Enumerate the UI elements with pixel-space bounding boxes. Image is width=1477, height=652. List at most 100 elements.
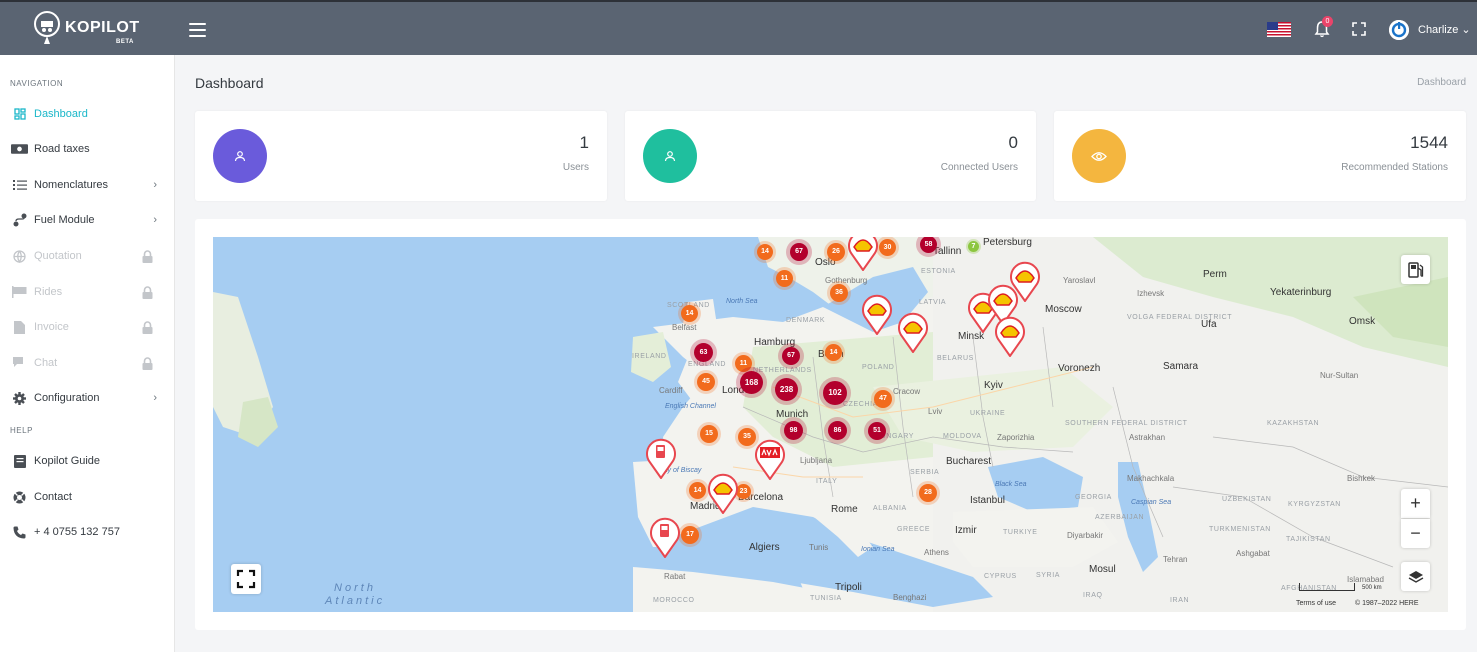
sidebar-item-phone[interactable]: + 4 0755 132 757 [0, 515, 175, 549]
station-cluster[interactable]: 11 [776, 270, 793, 287]
station-cluster[interactable]: 30 [879, 239, 896, 256]
map-label-country: CYPRUS [984, 573, 1017, 580]
map-label-country: SYRIA [1036, 572, 1061, 579]
map-label-kyiv: Kyiv [984, 380, 1003, 391]
sidebar-item-contact[interactable]: Contact [0, 480, 175, 514]
sidebar-item-road-taxes[interactable]: Road taxes [0, 132, 175, 166]
stat-value: 0 [1008, 133, 1018, 152]
map-scale-bar [1299, 583, 1355, 591]
sidebar-item-label: Rides [34, 286, 63, 298]
station-cluster[interactable]: 102 [823, 381, 847, 405]
sidebar-item-invoice[interactable]: Invoice [0, 310, 175, 344]
station-cluster[interactable]: 67 [790, 243, 808, 261]
kopilot-logo[interactable]: KOPILOT BETA [34, 11, 140, 45]
station-cluster[interactable]: 15 [700, 425, 718, 443]
shell-station-pin[interactable] [706, 472, 740, 515]
chat-icon [11, 356, 28, 370]
sidebar-item-quotation[interactable]: Quotation [0, 239, 175, 273]
stat-label: Connected Users [940, 162, 1018, 173]
map-label-country: SERBIA [910, 469, 940, 476]
fuel-filter-button[interactable] [1401, 255, 1430, 284]
station-cluster[interactable]: 14 [757, 244, 773, 260]
map-label-lviv: Lviv [928, 407, 943, 416]
station-cluster[interactable]: 51 [868, 422, 886, 440]
shell-station-pin[interactable] [896, 311, 930, 354]
map-label-country: UKRAINE [970, 410, 1006, 417]
shell-station-pin[interactable] [860, 293, 894, 336]
file-icon [11, 320, 28, 334]
sidebar-item-kopilot-guide[interactable]: Kopilot Guide [0, 444, 175, 478]
station-cluster[interactable]: 168 [740, 371, 763, 394]
fullscreen-icon[interactable] [1352, 22, 1366, 36]
station-cluster[interactable]: 36 [830, 284, 848, 302]
sidebar-item-label: Contact [34, 491, 72, 503]
stat-value: 1544 [1410, 133, 1448, 152]
breadcrumb[interactable]: Dashboard [1380, 77, 1466, 88]
map-label-country: VOLGA FEDERAL DISTRICT [1127, 314, 1233, 321]
stat-label: Users [562, 162, 589, 173]
station-cluster[interactable]: 238 [775, 378, 798, 401]
sidebar-item-label: Kopilot Guide [34, 455, 101, 467]
sidebar-item-configuration[interactable]: Configuration › [0, 381, 175, 415]
menu-toggle-button[interactable] [189, 23, 206, 37]
map-label-country: KYRGYZSTAN [1288, 501, 1341, 508]
avia-station-pin[interactable] [753, 438, 787, 481]
station-cluster[interactable]: 11 [735, 355, 752, 372]
stat-card-recommended-stations: 1544 Recommended Stations [1054, 111, 1466, 201]
map-label-gothenburg: Gothenburg [825, 276, 868, 285]
map-label-country: IRAN [1170, 597, 1190, 604]
map-layers-button[interactable] [1401, 562, 1430, 591]
station-cluster[interactable]: 63 [694, 343, 713, 362]
shell-station-pin[interactable] [993, 315, 1027, 358]
user-icon [643, 129, 697, 183]
map-label-tehran: Tehran [1163, 555, 1188, 564]
fuel-pump-icon [1407, 261, 1423, 278]
station-cluster[interactable]: 17 [681, 526, 699, 544]
user-menu[interactable]: Charlize ⌄ [1418, 23, 1471, 36]
stations-map[interactable]: Petersburg Tallinn Oslo Gothenburg Perm … [213, 237, 1448, 612]
map-label-country: DENMARK [786, 317, 826, 324]
us-flag-icon[interactable] [1267, 22, 1291, 37]
zoom-out-button[interactable]: − [1401, 519, 1430, 548]
station-cluster[interactable]: 26 [827, 243, 845, 261]
lock-icon [142, 285, 153, 299]
map-label-rome: Rome [831, 504, 858, 515]
sidebar-item-label: Configuration [34, 392, 100, 404]
sidebar-item-label: Invoice [34, 321, 69, 333]
station-cluster[interactable]: 14 [681, 305, 698, 322]
map-label-country: IRELAND [632, 353, 667, 360]
map-label-algiers: Algiers [749, 542, 780, 553]
map-fullscreen-button[interactable] [231, 564, 261, 594]
sidebar-item-nomenclatures[interactable]: Nomenclatures › [0, 168, 175, 202]
user-avatar[interactable] [1389, 20, 1409, 40]
map-label-country: AZERBAIJAN [1095, 514, 1145, 521]
shell-station-pin[interactable] [846, 237, 880, 272]
station-cluster[interactable]: 7 [968, 241, 979, 252]
map-label-country: ITALY [816, 478, 838, 485]
station-cluster[interactable]: 14 [825, 344, 842, 361]
map-label-tunis: Tunis [809, 543, 829, 552]
terms-of-use-link[interactable]: Terms of use [1296, 600, 1336, 607]
station-cluster[interactable]: 45 [697, 373, 715, 391]
map-label-ocean: North Atlantic [325, 582, 386, 607]
sidebar-item-fuel-module[interactable]: Fuel Module › [0, 203, 175, 237]
map-label-yekaterinburg: Yekaterinburg [1270, 287, 1332, 298]
station-cluster[interactable]: 67 [782, 347, 800, 365]
map-label-country: ENGLAND [688, 361, 727, 368]
expand-icon [236, 569, 256, 589]
stat-card-users: 1 Users [195, 111, 607, 201]
station-cluster[interactable]: 28 [919, 484, 937, 502]
station-cluster[interactable]: 47 [874, 390, 892, 408]
fuel-station-pin[interactable] [648, 516, 682, 559]
map-label-country: SOUTHERN FEDERAL DISTRICT [1065, 420, 1188, 427]
station-cluster[interactable]: 14 [689, 482, 706, 499]
station-cluster[interactable]: 86 [828, 421, 847, 440]
map-label-country: GEORGIA [1075, 494, 1112, 501]
fuel-station-pin[interactable] [644, 437, 678, 480]
zoom-in-button[interactable]: + [1401, 489, 1430, 518]
sidebar-item-rides[interactable]: Rides [0, 275, 175, 309]
map-label-makhachkala: Makhachkala [1127, 474, 1175, 483]
map-label-sea: Ionian Sea [861, 546, 895, 553]
sidebar-item-chat[interactable]: Chat [0, 346, 175, 380]
sidebar-item-dashboard[interactable]: Dashboard [0, 97, 175, 131]
